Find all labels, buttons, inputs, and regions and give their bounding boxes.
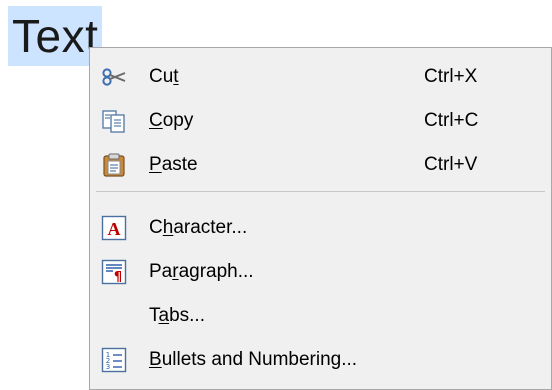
character-icon: A [101,215,127,241]
menu-item-copy[interactable]: Copy Ctrl+C [90,99,551,143]
paragraph-icon: ¶ [101,259,127,285]
menu-item-tabs[interactable]: Tabs... [90,294,551,338]
menu-item-paragraph-label: Paragraph... [149,261,254,282]
copy-icon [101,108,127,134]
clipboard-icon [101,152,127,178]
svg-text:3: 3 [106,363,110,371]
menu-item-paste-shortcut: Ctrl+V [424,154,478,175]
scissors-icon [101,64,127,90]
menu-separator [96,191,545,192]
svg-text:¶: ¶ [114,270,122,285]
context-menu: Cut Ctrl+X Copy Ctrl+C Paste Ctrl+V A Ch… [89,47,552,390]
menu-item-copy-label: Copy [149,110,194,131]
menu-item-bullets-and-numbering-label: Bullets and Numbering... [149,349,358,370]
svg-text:A: A [108,219,121,239]
menu-item-character[interactable]: A Character... [90,206,551,250]
menu-item-paste[interactable]: Paste Ctrl+V [90,143,551,187]
menu-item-paragraph[interactable]: ¶ Paragraph... [90,250,551,294]
menu-item-character-label: Character... [149,217,248,238]
menu-item-cut[interactable]: Cut Ctrl+X [90,55,551,99]
menu-item-cut-label: Cut [149,66,179,87]
bullets-numbering-icon: 1 2 3 [101,347,127,373]
menu-item-paste-label: Paste [149,154,198,175]
menu-item-cut-shortcut: Ctrl+X [424,66,478,87]
menu-item-tabs-label: Tabs... [149,305,205,326]
menu-item-bullets-and-numbering[interactable]: 1 2 3 Bullets and Numbering... [90,338,551,382]
menu-item-copy-shortcut: Ctrl+C [424,110,479,131]
